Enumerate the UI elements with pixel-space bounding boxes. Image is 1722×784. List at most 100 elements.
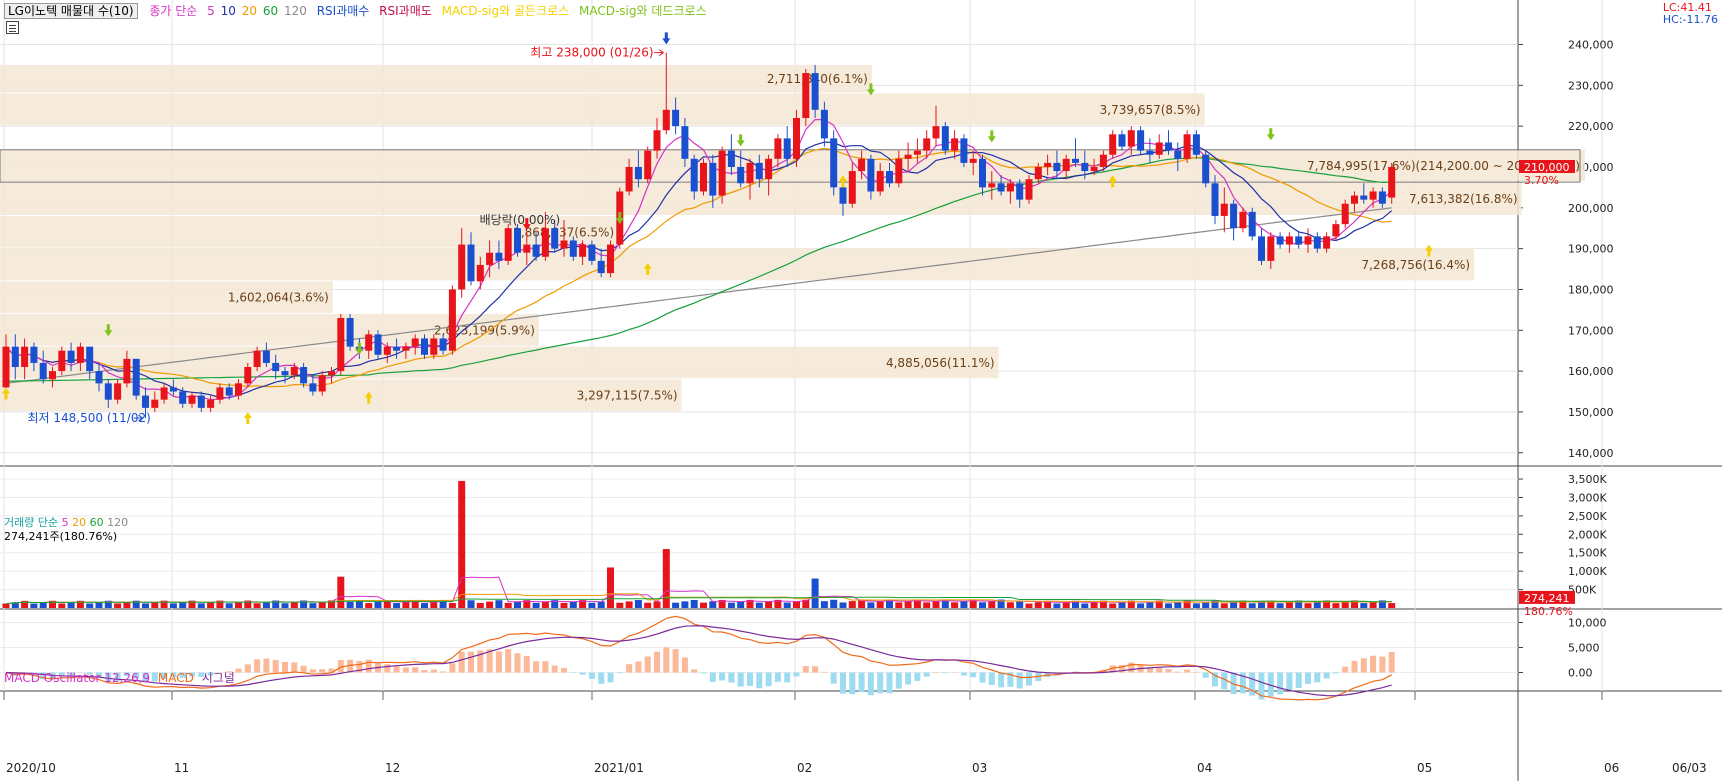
macd-osc-bar <box>1017 673 1023 689</box>
volume-bar <box>198 603 205 608</box>
volume-current-pct: 180.76% <box>1524 605 1573 618</box>
volume-y-tick-label: 3,000K <box>1568 491 1607 504</box>
macd-osc-bar <box>998 673 1004 688</box>
macd-golden-legend[interactable]: MACD-sig와 골든크로스 <box>442 4 570 18</box>
volume-bar <box>709 601 716 608</box>
candle-body <box>942 126 949 150</box>
ma-legend-60[interactable]: 60 <box>263 4 278 18</box>
macd-osc-bar <box>1175 672 1181 673</box>
volume-bar <box>588 603 595 608</box>
macd-osc-bar <box>273 660 279 673</box>
volume-legend-5[interactable]: 5 <box>62 516 69 529</box>
candle-body <box>747 163 754 183</box>
macd-osc-legend[interactable]: MACD Oscillator 12,26,9 <box>4 671 150 685</box>
volume-legend-120[interactable]: 120 <box>107 516 128 529</box>
volume-legend-60[interactable]: 60 <box>90 516 104 529</box>
ma-legend-label[interactable]: 종가 단순 <box>149 4 197 18</box>
volume-bar <box>170 603 177 608</box>
candle-body <box>486 253 493 265</box>
candle <box>1342 200 1349 229</box>
candle-body <box>170 387 177 391</box>
ma-legend-5[interactable]: 5 <box>207 4 215 18</box>
volume-bar <box>319 602 326 608</box>
candle-body <box>133 359 140 396</box>
volume-bar <box>895 602 902 608</box>
macd-osc-bar <box>1342 667 1348 673</box>
candle-body <box>514 228 521 252</box>
volume-bar <box>207 602 214 608</box>
ma-legend-20[interactable]: 20 <box>242 4 257 18</box>
candle-body <box>449 289 456 350</box>
candle-body <box>365 334 372 350</box>
y-tick-label: 160,000 <box>1568 365 1614 378</box>
macd-osc-bar <box>663 647 669 672</box>
x-tick-label: 2020/10 <box>6 761 56 775</box>
macd-line-legend[interactable]: MACD <box>158 671 194 685</box>
candle-body <box>951 138 958 150</box>
candle-body <box>49 371 56 379</box>
macd-osc-bar <box>1026 673 1032 686</box>
volume-profile-label: 3,739,657(8.5%) <box>1100 103 1201 117</box>
macd-osc-bar <box>673 649 679 672</box>
candle-body <box>858 159 865 171</box>
volume-bar <box>1119 602 1126 608</box>
candle-body <box>189 396 196 404</box>
candle-body <box>672 110 679 126</box>
candle-body <box>21 347 28 367</box>
candle-body <box>812 73 819 110</box>
volume-bar <box>1332 603 1339 608</box>
volume-bar <box>867 602 874 608</box>
macd-dead-legend[interactable]: MACD-sig와 데드크로스 <box>579 4 707 18</box>
candle-body <box>1305 236 1312 244</box>
volume-profile-label: 7,613,382(16.8%) <box>1409 192 1518 206</box>
candle-body <box>1174 151 1181 159</box>
rsi-buy-legend[interactable]: RSI과매수 <box>317 4 370 18</box>
macd-osc-bar <box>766 673 772 687</box>
volume-bar <box>877 601 884 608</box>
macd-osc-bar <box>1389 652 1395 673</box>
chart-canvas[interactable]: 2020/1011122021/01020304050606/03140,000… <box>0 0 1722 781</box>
volume-current-value: 274,241 <box>1524 592 1570 605</box>
volume-bar <box>123 602 130 608</box>
volume-bar <box>635 600 642 608</box>
macd-osc-bar <box>403 667 409 672</box>
macd-osc-bar <box>1277 673 1283 695</box>
macd-osc-bar <box>310 669 316 672</box>
y-tick-label: 230,000 <box>1568 79 1614 92</box>
candle-body <box>821 110 828 139</box>
candle-body <box>728 151 735 167</box>
ma-legend-120[interactable]: 120 <box>284 4 307 18</box>
candle-body <box>644 151 651 180</box>
volume-bar <box>226 603 233 608</box>
candle <box>347 314 354 351</box>
volume-y-tick-label: 1,500K <box>1568 547 1607 560</box>
volume-legend-20[interactable]: 20 <box>72 516 86 529</box>
y-tick-label: 170,000 <box>1568 324 1614 337</box>
candle <box>58 347 65 376</box>
candle-body <box>96 371 103 383</box>
volume-bar <box>235 602 242 608</box>
volume-bar <box>737 601 744 608</box>
candle-body <box>867 159 874 192</box>
macd-osc-bar <box>496 651 502 672</box>
candle-body <box>960 138 967 162</box>
table-icon[interactable] <box>6 21 19 34</box>
volume-bar <box>793 601 800 608</box>
candle-body <box>179 392 186 404</box>
rsi-sell-legend[interactable]: RSI과매도 <box>379 4 432 18</box>
macd-osc-bar <box>589 673 595 679</box>
macd-osc-bar <box>1193 672 1199 673</box>
macd-osc-bar <box>784 673 790 683</box>
volume-bar <box>654 601 661 608</box>
candle <box>793 110 800 167</box>
macd-signal-legend[interactable]: 시그널 <box>202 671 235 685</box>
candle-body <box>151 400 158 408</box>
candle <box>1137 126 1144 155</box>
volume-bar <box>988 601 995 608</box>
y-tick-label: 200,000 <box>1568 202 1614 215</box>
volume-legend-label[interactable]: 거래량 단순 <box>4 516 58 529</box>
macd-osc-bar <box>654 652 660 673</box>
ma-legend-10[interactable]: 10 <box>221 4 236 18</box>
macd-osc-bar <box>635 661 641 672</box>
chart-title[interactable]: LG이노텍 매물대 수(10) <box>4 3 138 19</box>
